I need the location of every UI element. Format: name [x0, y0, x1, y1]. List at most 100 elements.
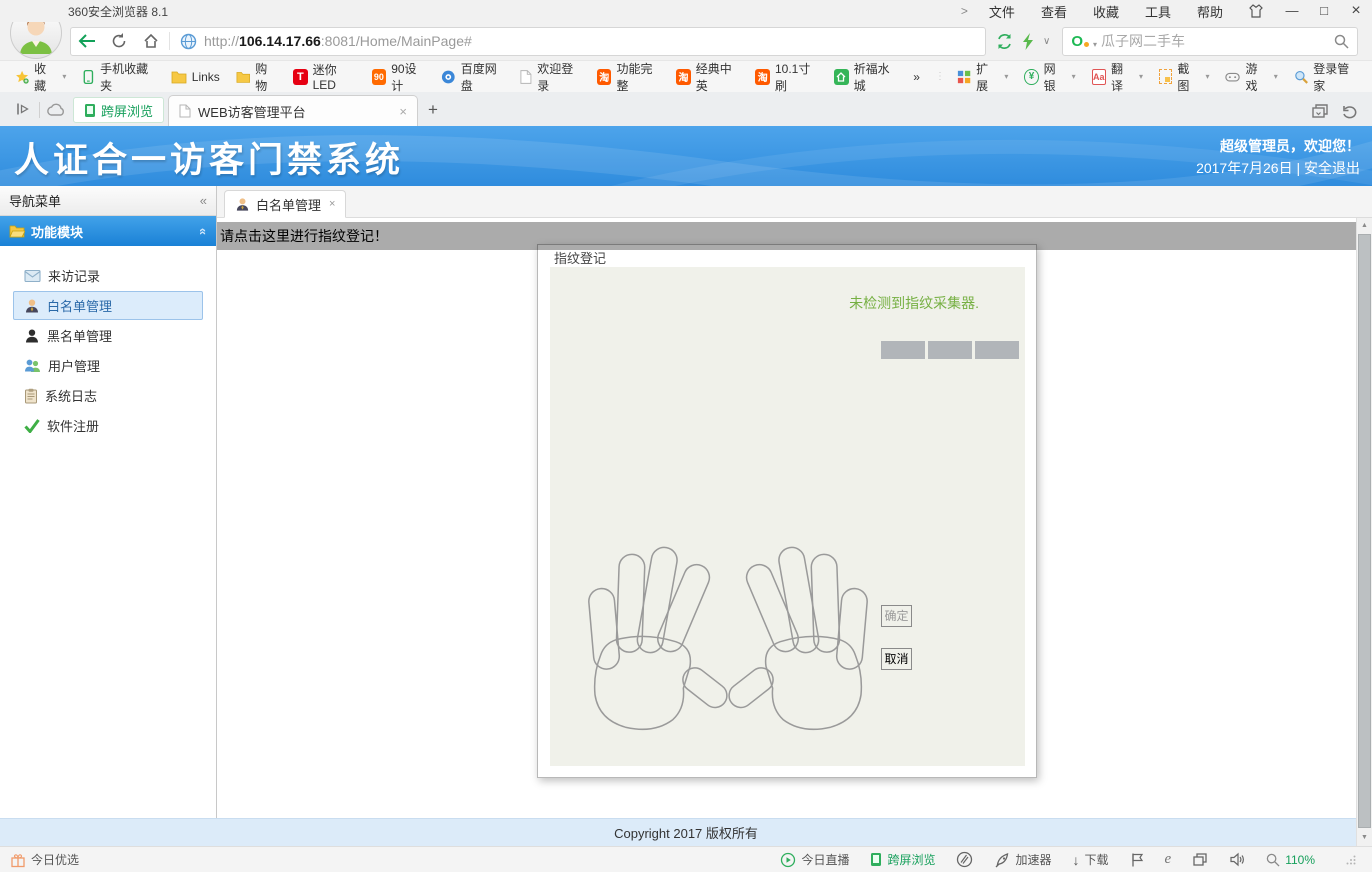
search-input[interactable] [1101, 33, 1330, 49]
search-engine-logo[interactable]: O [1071, 33, 1083, 50]
search-icon[interactable] [1334, 34, 1349, 49]
bookmark-folder-links[interactable]: Links [164, 65, 227, 89]
bookmark-folder-shopping[interactable]: 购物 [229, 65, 284, 89]
title-bar: 360安全浏览器 8.1 > 文件 查看 收藏 工具 帮助 — □ × [0, 0, 1372, 22]
games-button[interactable]: 游戏 ▾ [1218, 65, 1284, 89]
bookmark-baidu-pan[interactable]: 百度网盘 [434, 65, 511, 89]
bookmark-90-design[interactable]: 90 90设计 [365, 65, 432, 89]
taobao-icon: 淘 [597, 69, 612, 85]
bookmark-favorites[interactable]: 收藏 ▾ [8, 65, 73, 89]
screenshot-button[interactable]: 截图 ▾ [1152, 65, 1216, 89]
no-trace-refresh-icon[interactable] [996, 33, 1013, 50]
search-box[interactable]: O ▾ [1062, 27, 1358, 56]
browser-tab-active[interactable]: WEB访客管理平台 × [168, 95, 418, 126]
sidebar-group-function-modules[interactable]: 功能模块 « [0, 216, 216, 246]
translate-button[interactable]: Aa 翻译 ▾ [1085, 65, 1150, 89]
cloud-sync-icon[interactable] [43, 94, 69, 124]
menu-view[interactable]: 查看 [1028, 2, 1080, 21]
home-button[interactable] [135, 28, 167, 55]
tab-list-icon[interactable] [1312, 104, 1331, 120]
folder-open-icon [9, 224, 25, 238]
sidebar-item-user-management[interactable]: 用户管理 [13, 351, 203, 380]
bookmark-label: 功能完整 [616, 60, 660, 94]
refresh-button[interactable] [103, 28, 135, 55]
today-picks-button[interactable]: 今日优选 [10, 851, 79, 868]
sidebar-item-blacklist[interactable]: 黑名单管理 [13, 321, 203, 350]
flag-icon[interactable] [1130, 852, 1144, 868]
bookmarks-overflow-button[interactable]: » [906, 65, 927, 89]
bookmark-taobao-2[interactable]: 淘 经典中英 [669, 65, 746, 89]
sidebar-item-whitelist[interactable]: 白名单管理 [13, 291, 203, 320]
download-button[interactable]: ↓ 下载 [1073, 851, 1109, 868]
person-suit-icon [235, 197, 250, 212]
skin-icon[interactable] [1236, 3, 1276, 19]
tab-sidebar-toggle-icon[interactable] [10, 94, 36, 124]
new-tab-button[interactable]: + [418, 97, 448, 123]
vertical-scrollbar[interactable]: ▲ ▼ [1356, 218, 1372, 846]
toolbar-label: 网银 [1044, 60, 1065, 94]
fingerprint-button-3[interactable] [975, 341, 1019, 359]
clipboard-icon [24, 388, 38, 404]
speed-lightning-icon[interactable] [1021, 33, 1035, 50]
quick-access-label: 跨屏浏览 [101, 101, 153, 120]
fingerprint-status-text: 未检测到指纹采集器. [849, 293, 979, 313]
restore-closed-tab-icon[interactable] [1341, 105, 1358, 120]
resize-grip[interactable] [1346, 855, 1356, 865]
minimize-button[interactable]: — [1276, 0, 1308, 22]
sidebar-item-system-log[interactable]: 系统日志 [13, 381, 203, 410]
scroll-down-arrow[interactable]: ▼ [1357, 830, 1372, 846]
content-tab-close-icon[interactable]: × [329, 198, 335, 210]
menu-file[interactable]: 文件 [976, 2, 1028, 21]
dialog-ok-button[interactable]: 确定 [881, 605, 912, 627]
bookmark-welcome-login[interactable]: 欢迎登录 [513, 65, 588, 89]
sidebar-item-visit-records[interactable]: 来访记录 [13, 261, 203, 290]
welcome-text: 超级管理员，欢迎您！ [1196, 135, 1360, 157]
cross-screen-browse-button[interactable]: 跨屏浏览 [73, 97, 164, 123]
today-live-button[interactable]: 今日直播 [780, 851, 849, 868]
person-dark-icon [24, 328, 40, 344]
zoom-control[interactable]: 110% [1266, 853, 1315, 867]
browser-mode-icon[interactable] [956, 851, 973, 868]
screenshot-icon [1159, 69, 1172, 84]
ie-compat-icon[interactable]: e [1165, 851, 1172, 868]
bookmark-taobao-1[interactable]: 淘 功能完整 [590, 65, 667, 89]
extensions-button[interactable]: 扩展 ▾ [950, 65, 1015, 89]
back-button[interactable] [71, 28, 103, 55]
bookmark-mini-led[interactable]: T 迷你LED [286, 65, 363, 89]
login-keeper-button[interactable]: 登录管家 [1287, 65, 1364, 89]
toolbar-chevron-icon[interactable]: ∨ [1043, 36, 1050, 47]
speaker-icon[interactable] [1229, 852, 1245, 867]
bookmark-taobao-3[interactable]: 淘 10.1寸刷 [748, 65, 825, 89]
sidebar-item-software-register[interactable]: 软件注册 [13, 411, 203, 440]
tab-close-icon[interactable]: × [399, 104, 407, 119]
scroll-up-arrow[interactable]: ▲ [1357, 218, 1372, 234]
online-bank-button[interactable]: ¥ 网银 ▾ [1017, 65, 1082, 89]
window-size-icon[interactable] [1192, 852, 1208, 867]
close-button[interactable]: × [1340, 0, 1372, 22]
menu-favorites[interactable]: 收藏 [1080, 2, 1132, 21]
chevron-down-icon: ▾ [1072, 72, 1076, 81]
accelerator-button[interactable]: 加速器 [994, 851, 1051, 868]
logout-link[interactable]: 安全退出 [1304, 160, 1360, 176]
fingerprint-hint-link[interactable]: 请点击这里进行指纹登记！ [217, 226, 388, 246]
content-tab-whitelist[interactable]: 白名单管理 × [224, 190, 346, 218]
menu-help[interactable]: 帮助 [1184, 2, 1236, 21]
page-header: 人证合一访客门禁系统 超级管理员，欢迎您！ 2017年7月26日 | 安全退出 [0, 126, 1372, 186]
scrollbar-thumb[interactable] [1358, 234, 1371, 828]
folder-icon [236, 70, 251, 84]
modal-mask-band: 请点击这里进行指纹登记！ [217, 222, 1356, 250]
menu-tools[interactable]: 工具 [1132, 2, 1184, 21]
collapse-up-icon[interactable]: « [196, 227, 211, 234]
sidebar-collapse-icon[interactable]: « [200, 193, 207, 208]
maximize-button[interactable]: □ [1308, 0, 1340, 22]
bookmark-qifu[interactable]: 祈福水城 [827, 65, 904, 89]
dialog-cancel-button[interactable]: 取消 [881, 648, 912, 670]
header-user-info: 超级管理员，欢迎您！ 2017年7月26日 | 安全退出 [1196, 135, 1360, 179]
cross-screen-status-button[interactable]: 跨屏浏览 [870, 851, 935, 868]
search-engine-dropdown-icon[interactable]: ▾ [1093, 40, 1097, 49]
bookmark-mobile-favorites[interactable]: 手机收藏夹 [75, 65, 161, 89]
url-input[interactable]: http://106.14.17.66:8081/Home/MainPage# [172, 28, 985, 55]
fingerprint-button-2[interactable] [928, 341, 972, 359]
fingerprint-button-1[interactable] [881, 341, 925, 359]
menu-expander-icon[interactable]: > [953, 4, 976, 18]
